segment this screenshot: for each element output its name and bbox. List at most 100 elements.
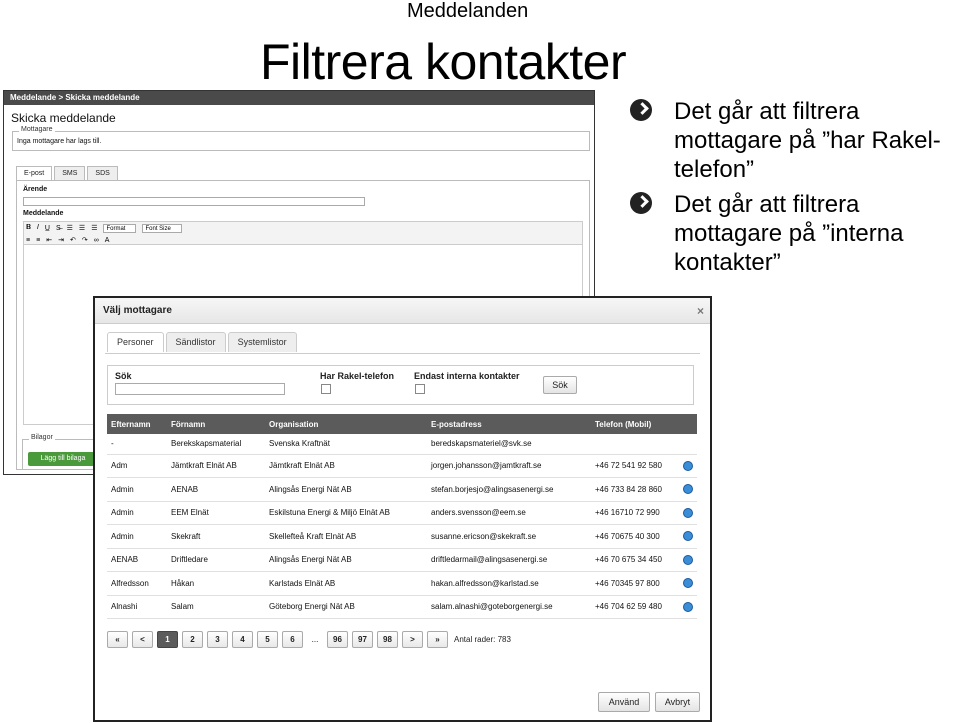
column-header[interactable]: Efternamn xyxy=(107,414,167,434)
row-count: Antal rader: 783 xyxy=(454,635,511,644)
breadcrumb: Meddelande > Skicka meddelande xyxy=(4,91,594,105)
table-row[interactable]: AENAB Driftledare Alingsås Energi Nät AB dr… xyxy=(107,548,697,572)
search-button[interactable]: Sök xyxy=(543,376,577,394)
table-cell: susanne.ericson@skekraft.se xyxy=(427,524,591,549)
font-color-icon[interactable]: A xyxy=(105,237,110,244)
page-button[interactable]: 1 xyxy=(157,631,178,648)
cell-text: Skekraft xyxy=(171,531,201,541)
filter-rakel-checkbox[interactable] xyxy=(321,384,331,394)
prev-page-button[interactable]: < xyxy=(132,631,153,648)
subject-label: Ärende xyxy=(23,186,48,193)
next-page-button[interactable]: > xyxy=(402,631,423,648)
cancel-button[interactable]: Avbryt xyxy=(655,692,700,712)
recipients-legend: Mottagare xyxy=(19,126,55,133)
link-icon[interactable]: ∞ xyxy=(94,237,99,244)
tab-sds[interactable]: SDS xyxy=(87,166,118,180)
bullet-text: Det går att filtrera mottagare på ”inter… xyxy=(674,191,904,276)
table-row[interactable]: - Berekskapsmaterial Svenska Kraftnät bered… xyxy=(107,434,697,455)
cell-text: driftledarmail@alingsasenergi.se xyxy=(431,555,548,565)
font-size-select[interactable]: Font Size xyxy=(142,223,182,233)
cell-text: susanne.ericson@skekraft.se xyxy=(431,531,537,541)
column-header[interactable]: Förnamn xyxy=(167,414,265,434)
align-left-icon[interactable]: ☰ xyxy=(67,224,73,232)
align-center-icon[interactable]: ☰ xyxy=(79,224,85,232)
search-label: Sök xyxy=(115,371,132,381)
outdent-icon[interactable]: ⇤ xyxy=(46,236,52,244)
filter-internal-label: Endast interna kontakter xyxy=(414,371,520,381)
filter-rakel-label: Har Rakel-telefon xyxy=(320,371,395,381)
page-button[interactable]: 6 xyxy=(282,631,303,648)
cell-text: Salam xyxy=(171,602,194,612)
chevron-right-icon xyxy=(630,192,652,214)
subject-input[interactable] xyxy=(23,197,365,206)
table-header-row: Efternamn Förnamn Organisation E-postadr… xyxy=(107,414,697,434)
cell-text: Adm xyxy=(111,461,128,471)
page-button[interactable]: 4 xyxy=(232,631,253,648)
column-header[interactable]: Telefon (Mobil) xyxy=(591,414,697,434)
indent-icon[interactable]: ⇥ xyxy=(58,236,64,244)
add-attachment-button[interactable]: Lägg till bilaga xyxy=(28,452,98,466)
table-cell: EEM Elnät xyxy=(167,501,265,525)
table-row[interactable]: Admin AENAB Alingsås Energi Nät AB stefan.b… xyxy=(107,477,697,502)
table-cell: anders.svensson@eem.se xyxy=(427,501,591,525)
cell-text: Alingsås Energi Nät AB xyxy=(269,555,352,565)
pagination-ellipsis: ... xyxy=(311,635,319,644)
last-page-button[interactable]: » xyxy=(427,631,448,648)
cell-text: Håkan xyxy=(171,578,195,588)
page-button[interactable]: 96 xyxy=(327,631,348,648)
tab-persons[interactable]: Personer xyxy=(107,332,164,352)
tab-divider xyxy=(105,353,700,354)
phone-icon xyxy=(683,554,693,565)
close-icon[interactable]: × xyxy=(697,298,704,324)
strikethrough-icon[interactable]: S̶ xyxy=(56,225,61,232)
table-cell: Jämtkraft Elnät AB xyxy=(167,454,265,478)
search-input[interactable] xyxy=(115,383,285,395)
page-button[interactable]: 98 xyxy=(377,631,398,648)
table-cell: Berekskapsmaterial xyxy=(167,434,265,455)
table-cell: Håkan xyxy=(167,571,265,596)
align-right-icon[interactable]: ☰ xyxy=(91,224,97,232)
bold-icon[interactable]: 𝐁 xyxy=(26,224,31,232)
table-cell: Admin xyxy=(107,524,167,549)
page-button[interactable]: 97 xyxy=(352,631,373,648)
table-cell: - xyxy=(107,434,167,455)
column-header[interactable]: E-postadress xyxy=(427,414,591,434)
cell-text: AENAB xyxy=(171,484,199,494)
tab-email[interactable]: E-post xyxy=(16,166,53,180)
page-button[interactable]: 5 xyxy=(257,631,278,648)
table-row[interactable]: Adm Jämtkraft Elnät AB Jämtkraft Elnät AB j… xyxy=(107,454,697,478)
table-cell: Skekraft xyxy=(167,524,265,549)
cell-text: +46 70 675 34 450 xyxy=(595,555,662,565)
first-page-button[interactable]: « xyxy=(107,631,128,648)
table-row[interactable]: Alnashi Salam Göteborg Energi Nät AB salam.… xyxy=(107,595,697,619)
table-row[interactable]: Admin Skekraft Skellefteå Kraft Elnät AB su… xyxy=(107,524,697,549)
page-button[interactable]: 3 xyxy=(207,631,228,648)
table-cell: +46 704 62 59 480 xyxy=(591,595,697,619)
italic-icon[interactable]: 𝐼 xyxy=(37,224,39,232)
redo-icon[interactable]: ↷ xyxy=(82,236,88,244)
apply-button[interactable]: Använd xyxy=(598,692,650,712)
page-title: Skicka meddelande xyxy=(11,111,116,125)
page-button[interactable]: 2 xyxy=(182,631,203,648)
bullet-list-icon[interactable]: ≡ xyxy=(26,237,30,244)
tab-send-lists[interactable]: Sändlistor xyxy=(165,332,226,352)
undo-icon[interactable]: ↶ xyxy=(70,236,76,244)
tab-sms[interactable]: SMS xyxy=(54,166,86,180)
underline-icon[interactable]: U̲ xyxy=(45,225,50,232)
tab-system-lists[interactable]: Systemlistor xyxy=(227,332,297,352)
cell-text: EEM Elnät xyxy=(171,508,209,518)
cell-text: +46 70345 97 800 xyxy=(595,578,660,588)
table-row[interactable]: Admin EEM Elnät Eskilstuna Energi & Miljö … xyxy=(107,501,697,525)
dialog-title: Välj mottagare xyxy=(103,305,172,316)
numbered-list-icon[interactable]: ≡ xyxy=(36,237,40,244)
table-row[interactable]: Alfredsson Håkan Karlstads Elnät AB hakan.a… xyxy=(107,571,697,596)
cell-text: jorgen.johansson@jamtkraft.se xyxy=(431,461,542,471)
table-cell: jorgen.johansson@jamtkraft.se xyxy=(427,454,591,478)
phone-icon xyxy=(683,460,693,471)
select-recipients-dialog: Välj mottagare × Personer Sändlistor Sys… xyxy=(93,296,712,722)
column-header[interactable]: Organisation xyxy=(265,414,427,434)
filter-internal-checkbox[interactable] xyxy=(415,384,425,394)
format-select[interactable]: Format xyxy=(103,223,137,233)
table-cell: Eskilstuna Energi & Miljö Elnät AB xyxy=(265,501,427,525)
phone-icon xyxy=(683,601,693,612)
